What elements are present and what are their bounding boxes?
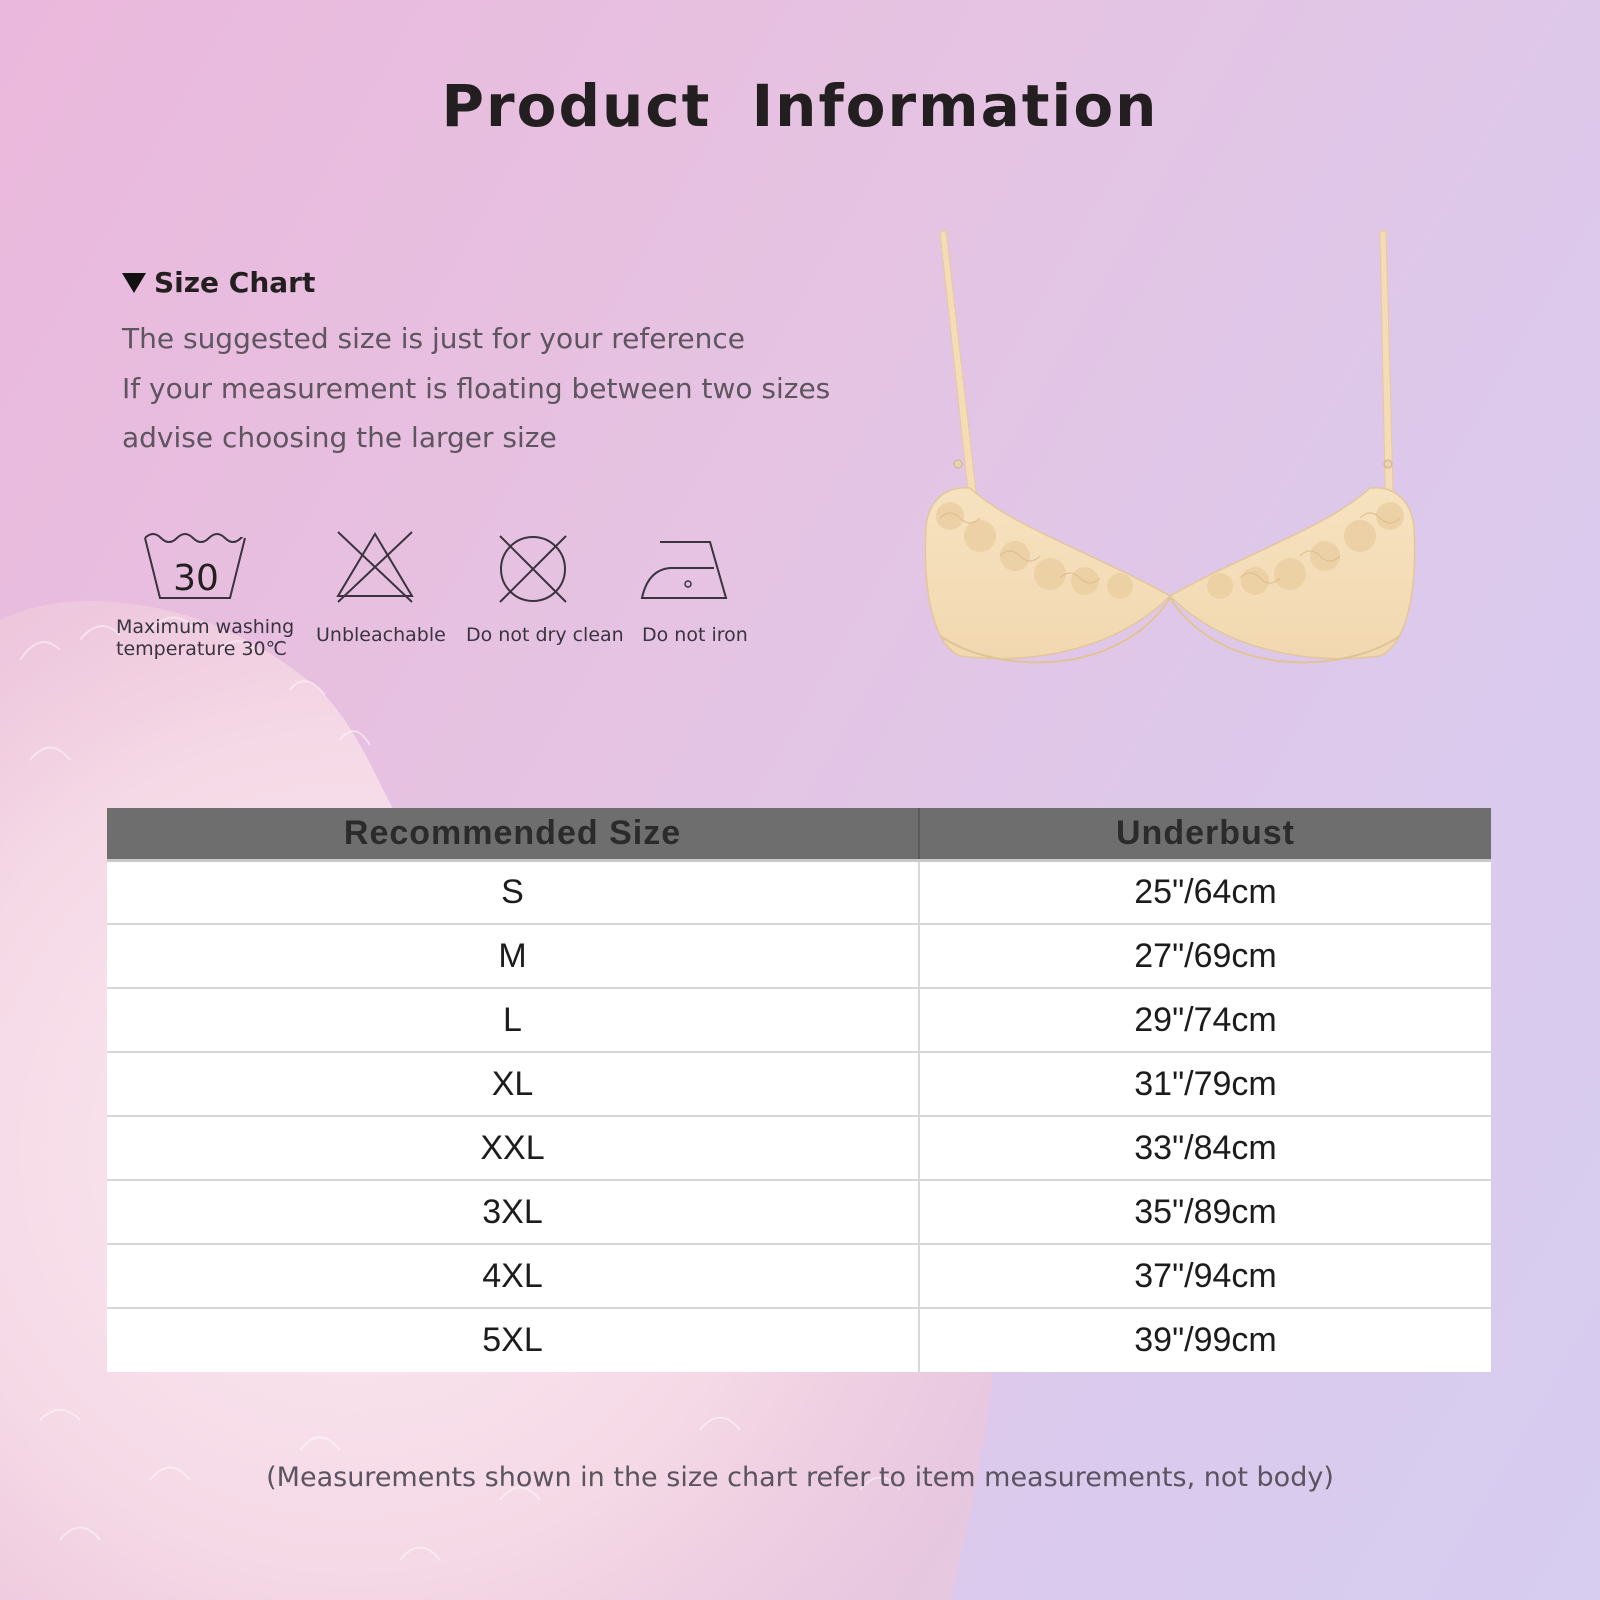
header-recommended-size: Recommended Size xyxy=(107,808,920,862)
size-note-2: If your measurement is floating between … xyxy=(122,372,831,405)
table-row: 3XL 35"/89cm xyxy=(107,1180,1491,1245)
page-title: Product Information xyxy=(441,72,1159,140)
triangle-down-icon xyxy=(122,272,146,293)
size-cell: M xyxy=(107,924,920,989)
table-row: L 29"/74cm xyxy=(107,988,1491,1053)
size-cell: 5XL xyxy=(107,1308,920,1372)
underbust-cell: 33"/84cm xyxy=(919,1116,1491,1181)
wash-30-label: Maximum washing temperature 30℃ xyxy=(116,616,295,660)
size-cell: 3XL xyxy=(107,1180,920,1245)
underbust-cell: 37"/94cm xyxy=(919,1244,1491,1309)
no-bleach-label: Unbleachable xyxy=(316,624,446,646)
size-note-1: The suggested size is just for your refe… xyxy=(122,322,745,355)
underbust-cell: 39"/99cm xyxy=(1134,1321,1277,1359)
underbust-cell: 29"/74cm xyxy=(919,988,1491,1053)
table-row: 4XL 37"/94cm xyxy=(107,1244,1491,1309)
table-row: XXL 33"/84cm xyxy=(107,1116,1491,1181)
size-cell: XXL xyxy=(107,1116,920,1181)
size-table: Recommended Size Underbust S 25"/64cm M 27… xyxy=(107,808,1491,1372)
underbust-cell: 27"/69cm xyxy=(919,924,1491,989)
underbust-cell: 35"/89cm xyxy=(919,1180,1491,1245)
size-cell: XL xyxy=(107,1052,920,1117)
underbust-cell: 31"/79cm xyxy=(919,1052,1491,1117)
measurement-footnote: (Measurements shown in the size chart re… xyxy=(266,1462,1334,1493)
no-dry-clean-icon xyxy=(499,535,567,603)
table-row: S 25"/64cm xyxy=(107,860,1491,925)
header-underbust: Underbust xyxy=(919,808,1491,862)
table-row: M 27"/69cm xyxy=(107,924,1491,989)
table-header-row: Recommended Size Underbust xyxy=(107,808,1491,862)
size-chart-label: Size Chart xyxy=(154,266,316,299)
wash-temp-number: 30 xyxy=(173,558,219,599)
underbust-cell: 25"/64cm xyxy=(919,860,1491,925)
size-cell: 4XL xyxy=(107,1244,920,1309)
no-dry-clean-label: Do not dry clean xyxy=(466,624,624,646)
size-cell: S xyxy=(107,860,920,925)
no-iron-label: Do not iron xyxy=(642,624,748,646)
no-bleach-icon xyxy=(336,531,414,603)
table-row: XL 31"/79cm xyxy=(107,1052,1491,1117)
no-iron-icon xyxy=(640,541,728,599)
wash-30-icon: 30 xyxy=(144,533,246,599)
size-chart-heading: Size Chart xyxy=(122,266,315,299)
size-cell: L xyxy=(107,988,920,1053)
size-note-3: advise choosing the larger size xyxy=(122,421,557,454)
table-row: 5XL 39"/99cm xyxy=(107,1308,1491,1372)
product-bra-image xyxy=(924,229,1416,664)
